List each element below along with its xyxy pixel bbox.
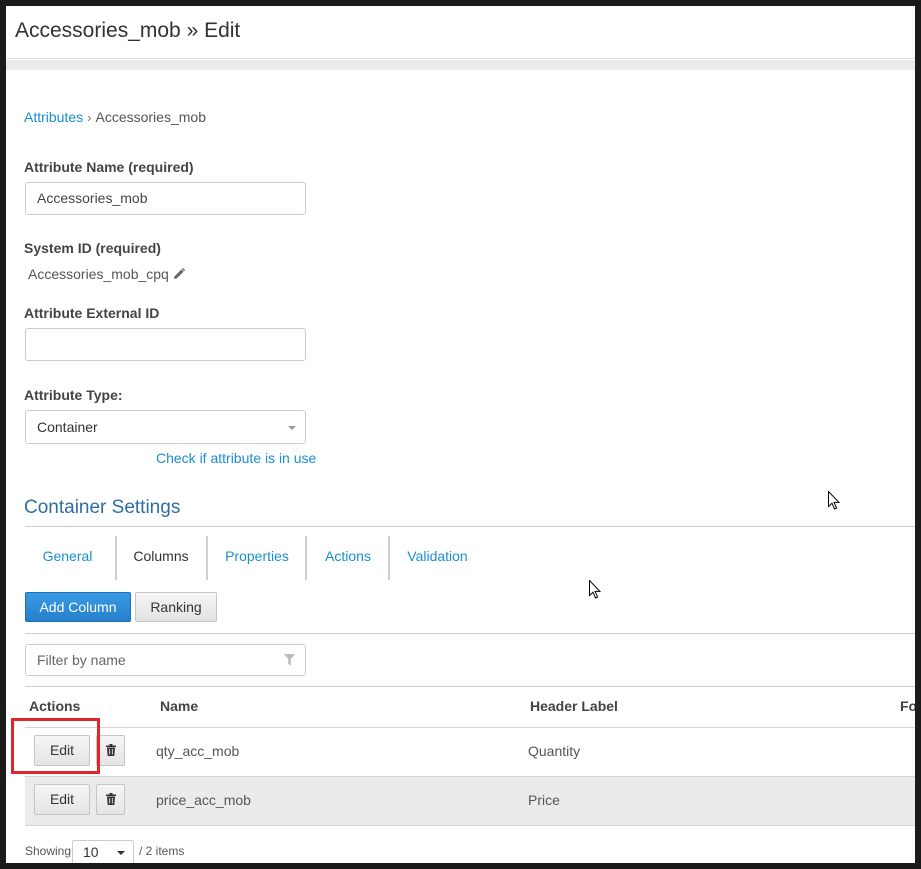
edit-button[interactable]: Edit (34, 784, 90, 815)
pager-showing-label: Showing (25, 844, 72, 858)
attribute-name-label: Attribute Name (required) (24, 159, 194, 175)
column-header-truncated[interactable]: Fo (900, 698, 915, 714)
tab-properties[interactable]: Properties (208, 536, 306, 580)
column-header-header-label[interactable]: Header Label (530, 698, 618, 714)
app-window: Accessories_mob » Edit Attributes › Access… (6, 6, 915, 863)
system-id-value: Accessories_mob_cpq (28, 266, 185, 282)
filter-by-name-input[interactable]: Filter by name (25, 644, 306, 676)
attribute-type-select[interactable]: Container (25, 410, 306, 444)
header-divider (6, 60, 915, 70)
pager-total: / 2 items (139, 844, 185, 858)
breadcrumb-current: Accessories_mob (95, 109, 206, 125)
ranking-button[interactable]: Ranking (135, 592, 217, 622)
page-size-select[interactable]: 10 (72, 840, 134, 863)
table-top-border (25, 686, 915, 687)
toolbar-divider (25, 633, 915, 634)
page-header: Accessories_mob » Edit (6, 6, 915, 59)
add-column-button[interactable]: Add Column (25, 592, 131, 622)
check-attribute-in-use-link[interactable]: Check if attribute is in use (156, 450, 316, 466)
breadcrumb-separator: › (87, 110, 92, 125)
trash-icon (106, 744, 116, 756)
container-settings-title: Container Settings (24, 497, 181, 518)
external-id-label: Attribute External ID (24, 305, 160, 321)
section-divider (25, 526, 915, 527)
system-id-label: System ID (required) (24, 240, 161, 256)
system-id-text: Accessories_mob_cpq (28, 266, 169, 282)
delete-button[interactable] (96, 735, 125, 766)
chevron-down-icon (288, 426, 296, 430)
attribute-name-input[interactable]: Accessories_mob (25, 182, 306, 215)
filter-icon (284, 654, 295, 666)
breadcrumb: Attributes › Accessories_mob (24, 109, 206, 125)
row-name: qty_acc_mob (156, 743, 240, 759)
attribute-type-value: Container (37, 419, 98, 435)
table-bottom-border (25, 825, 915, 826)
tab-general[interactable]: General (25, 536, 110, 580)
tab-columns[interactable]: Columns (117, 536, 205, 580)
row-header-label: Quantity (528, 743, 581, 759)
filter-placeholder: Filter by name (37, 652, 126, 668)
column-header-name[interactable]: Name (160, 698, 198, 714)
row-name: price_acc_mob (156, 792, 251, 808)
page-title: Accessories_mob » Edit (15, 19, 241, 42)
row-header-label: Price (528, 792, 560, 808)
mouse-cursor-icon (589, 580, 601, 599)
trash-icon (106, 793, 116, 805)
highlight-box (11, 718, 100, 774)
column-header-actions: Actions (29, 698, 81, 714)
chevron-down-icon (117, 851, 125, 855)
attribute-type-label: Attribute Type: (24, 387, 123, 403)
pencil-icon[interactable] (173, 267, 185, 280)
tab-actions[interactable]: Actions (307, 536, 389, 580)
tab-validation[interactable]: Validation (390, 536, 485, 580)
page-size-value: 10 (83, 844, 99, 860)
external-id-input[interactable] (25, 328, 306, 361)
breadcrumb-attributes-link[interactable]: Attributes (24, 109, 83, 125)
delete-button[interactable] (96, 784, 125, 815)
mouse-cursor-icon (828, 491, 840, 510)
